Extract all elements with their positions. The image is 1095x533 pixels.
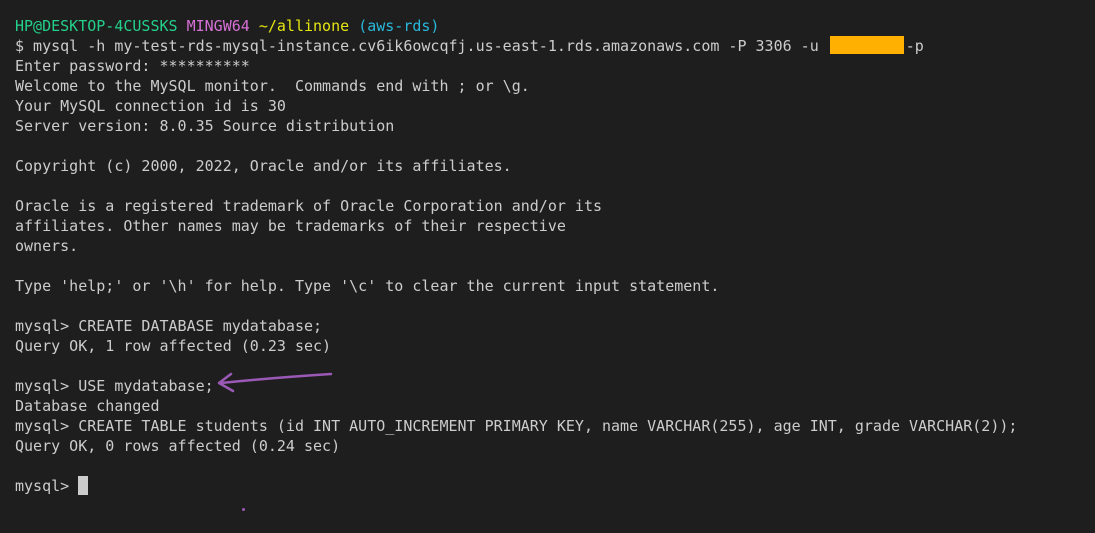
mysql-command-text: $ mysql -h my-test-rds-mysql-instance.cv… (15, 37, 819, 55)
output-line: Oracle is a registered trademark of Orac… (15, 197, 602, 215)
output-line: Your MySQL connection id is 30 (15, 97, 286, 115)
command-line: $ mysql -h my-test-rds-mysql-instance.cv… (15, 36, 1095, 56)
mysql-command-line: mysql> CREATE DATABASE mydatabase; (15, 317, 323, 335)
output-line: Enter password: ********** (15, 57, 250, 75)
prompt-path: ~/allinone (258, 17, 350, 35)
prompt-branch: (aws-rds) (358, 17, 440, 35)
mysql-prompt: mysql> (15, 477, 70, 495)
annotation-dot (242, 508, 245, 511)
mysql-command-line: mysql> USE mydatabase; (15, 377, 214, 395)
block-cursor (78, 476, 89, 495)
redacted-username (829, 36, 904, 54)
prompt-shell-name: MINGW64 (186, 17, 250, 35)
query-result-line: Database changed (15, 397, 160, 415)
prompt-user-host: HP@DESKTOP-4CUSSKS (15, 17, 178, 35)
mysql-input-line[interactable]: mysql> (15, 476, 1095, 496)
output-line: Type 'help;' or '\h' for help. Type '\c'… (15, 277, 720, 295)
output-line: Welcome to the MySQL monitor. Commands e… (15, 77, 530, 95)
query-result-line: Query OK, 1 row affected (0.23 sec) (15, 337, 332, 355)
output-line: Copyright (c) 2000, 2022, Oracle and/or … (15, 157, 512, 175)
output-line: Server version: 8.0.35 Source distributi… (15, 117, 395, 135)
mysql-command-line: mysql> CREATE TABLE students (id INT AUT… (15, 417, 1018, 435)
query-result-line: Query OK, 0 rows affected (0.24 sec) (15, 437, 341, 455)
password-flag: -p (905, 37, 924, 55)
output-line: affiliates. Other names may be trademark… (15, 217, 566, 235)
shell-prompt-line: HP@DESKTOP-4CUSSKS MINGW64 ~/allinone (a… (15, 16, 1095, 36)
terminal-window[interactable]: HP@DESKTOP-4CUSSKS MINGW64 ~/allinone (a… (0, 0, 1095, 533)
output-line: owners. (15, 237, 79, 255)
